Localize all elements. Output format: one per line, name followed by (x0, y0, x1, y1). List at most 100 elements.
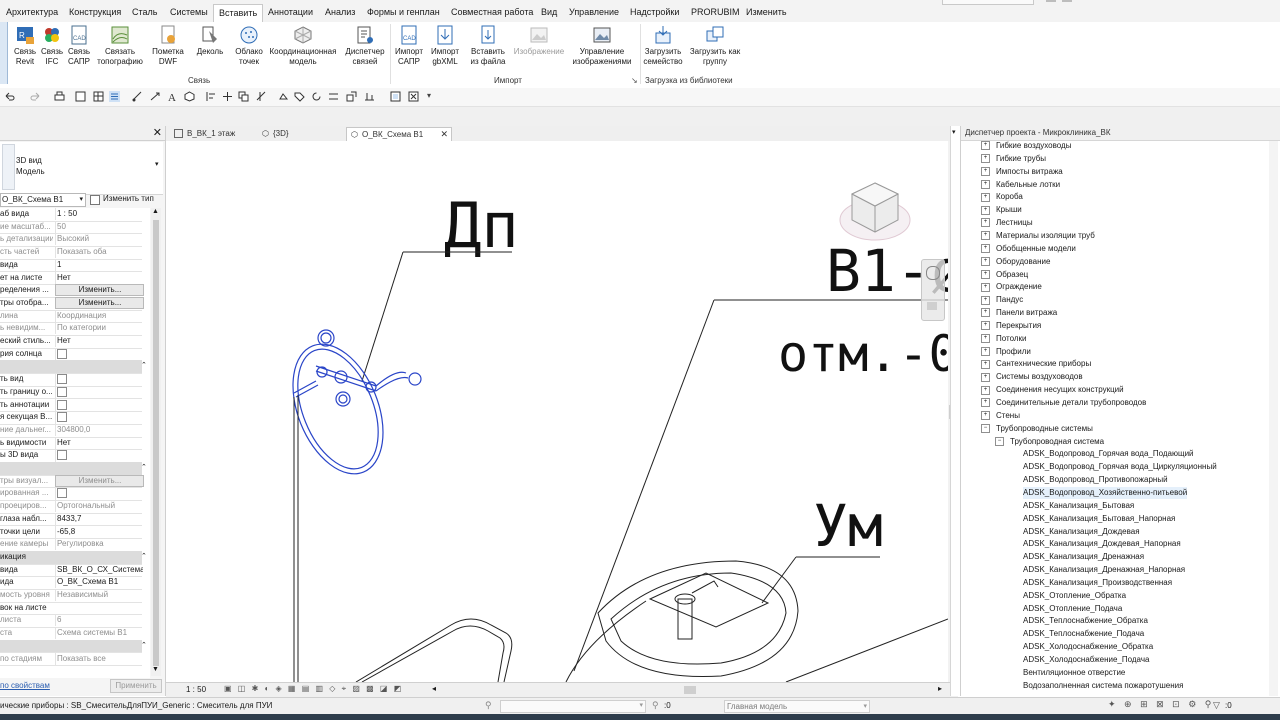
property-value[interactable]: SB_ВК_О_СХ_Система (55, 563, 143, 576)
tab-manage[interactable]: Управление (569, 4, 619, 20)
properties-scrollbar[interactable]: ▲ ▼ (151, 208, 161, 676)
workset-icon[interactable]: ⚲ (485, 700, 492, 711)
edit-type-button[interactable]: Изменить тип (88, 193, 162, 205)
browser-tree-item[interactable]: + Системы воздуховодов (981, 371, 1083, 383)
expand-icon[interactable]: + (981, 244, 990, 254)
properties-help-link[interactable]: по свойствам (0, 681, 50, 690)
tab-annotate[interactable]: Аннотации (268, 4, 313, 20)
load-as-group-button[interactable]: Загрузить как группу (686, 25, 744, 67)
move-icon[interactable] (222, 91, 233, 102)
browser-tree-item[interactable]: ADSK_Водопровод_Хозяйственно-питьевой (1023, 486, 1188, 499)
offset-icon[interactable] (328, 91, 339, 102)
property-edit-button[interactable]: Изменить... (55, 296, 144, 309)
browser-tree-item[interactable]: + Кабельные лотки (981, 179, 1060, 191)
browser-tree-item[interactable]: ADSK_Водопровод_Горячая вода_Подающий (1023, 448, 1194, 460)
type-selector[interactable]: 3D вид Модель ▾ (0, 142, 163, 195)
measure-icon[interactable] (132, 91, 143, 102)
property-checkbox[interactable] (57, 488, 67, 499)
property-value[interactable]: 304800,0 (55, 423, 143, 436)
modify-button-edge[interactable] (0, 22, 8, 84)
browser-tree-item[interactable]: + Короба (981, 191, 1023, 203)
browser-tree-item[interactable]: ADSK_Водопровод_Противопожарный (1023, 474, 1168, 486)
browser-tree-item[interactable]: ADSK_Канализация_Бытовая (1023, 500, 1134, 512)
property-checkbox[interactable] (57, 399, 67, 410)
import-cad-button[interactable]: CAD Импорт САПР (392, 25, 426, 67)
browser-tree-item[interactable]: + Потолки (981, 333, 1027, 345)
panel-splitter[interactable]: ▾ (950, 126, 960, 696)
property-value[interactable]: 1 (55, 258, 143, 271)
property-value[interactable]: 8433,7 (55, 512, 143, 525)
tab-insert[interactable]: Вставить (213, 4, 264, 23)
property-value[interactable]: 50 (55, 220, 143, 233)
property-checkbox[interactable] (57, 450, 67, 461)
apply-button[interactable]: Применить (110, 679, 162, 693)
drawing-canvas[interactable]: Дп В1-ø отм.-0 Ум (166, 141, 948, 682)
browser-tree-item[interactable]: Вентиляционное отверстие (1023, 667, 1125, 679)
expand-icon[interactable]: + (981, 231, 990, 241)
browser-tree-item[interactable]: ADSK_Канализация_Дождевая_Напорная (1023, 538, 1181, 550)
browser-tree-item[interactable]: + Крыши (981, 204, 1022, 216)
expand-icon[interactable]: + (981, 269, 990, 279)
print-icon[interactable] (54, 91, 65, 102)
label-dp[interactable]: Дп (444, 189, 519, 262)
workset-select[interactable]: ▾ (500, 700, 646, 713)
property-value[interactable]: Нет (55, 335, 143, 347)
collapse-icon[interactable]: ⌃ (141, 551, 147, 563)
tab-systems[interactable]: Системы (170, 4, 208, 20)
property-value[interactable]: Схема системы В1 (55, 627, 143, 640)
tab-view-3d[interactable]: ⬡ {3D} (258, 127, 346, 141)
property-value[interactable]: 6 (55, 614, 143, 627)
browser-tree-item[interactable]: + Соединения несущих конструкций (981, 384, 1124, 396)
selection-options-icons[interactable]: ✦ ⊕ ⊞ ⊠ ⊡ ⚙ ⚲ (1108, 699, 1214, 710)
link-ifc-button[interactable]: Связь IFC (39, 25, 65, 67)
view-scale[interactable]: 1 : 50 (186, 685, 206, 694)
tab-modify[interactable]: Изменить (746, 4, 787, 20)
property-value[interactable]: Показать все (55, 652, 143, 665)
tab-massing-site[interactable]: Формы и генплан (367, 4, 440, 20)
browser-tree-item[interactable]: ADSK_Теплоснабжение_Обратка (1023, 615, 1148, 627)
tag-icon[interactable] (294, 91, 305, 102)
browser-tree-item[interactable]: + Лестницы (981, 217, 1033, 229)
collapse-icon[interactable]: ⌃ (141, 462, 147, 474)
browser-tree-item[interactable]: + Пандус (981, 294, 1023, 306)
search-box-fragment[interactable] (942, 0, 1034, 5)
text-icon[interactable]: A (167, 91, 178, 102)
undo-icon[interactable] (4, 91, 15, 102)
property-edit-button[interactable]: Изменить... (55, 474, 144, 487)
chevron-down-icon[interactable]: ▾ (952, 128, 956, 136)
property-value[interactable]: 1 : 50 (55, 208, 143, 220)
property-section-header[interactable]: ⌃ (0, 639, 147, 654)
coordination-model-button[interactable]: Координационная модель (267, 25, 339, 67)
browser-tree-item[interactable]: + Профили (981, 346, 1031, 358)
property-value[interactable]: Нет (55, 436, 143, 449)
browser-tree-item[interactable]: + Перекрытия (981, 320, 1041, 332)
import-panel-launcher-icon[interactable]: ↘ (631, 76, 638, 85)
manage-images-button[interactable]: Управление изображениями (570, 25, 634, 67)
property-edit-button[interactable]: Изменить... (55, 284, 144, 297)
trim-icon[interactable] (256, 91, 267, 102)
tab-prorubim[interactable]: PRORUBIM (691, 4, 740, 20)
close-icon[interactable]: ✕ (153, 126, 162, 139)
expand-icon[interactable]: + (981, 321, 990, 331)
copy-icon[interactable] (238, 91, 249, 102)
browser-tree-item[interactable]: + Гибкие трубы (981, 153, 1046, 165)
link-topography-button[interactable]: Связать топографию (94, 25, 146, 67)
browser-tree-item[interactable]: − Трубопроводные системы (981, 423, 1093, 435)
3d-view-icon[interactable] (184, 91, 195, 102)
browser-tree-item[interactable]: Водозаполненная система пожаротушения (1023, 680, 1183, 692)
close-icon[interactable]: ✕ (440, 128, 448, 141)
property-section-header[interactable]: ⌃ (0, 462, 147, 476)
tab-view[interactable]: Вид (541, 4, 557, 20)
navigation-bar[interactable] (921, 259, 945, 321)
link-revit-button[interactable]: R Связь Revit (12, 25, 38, 67)
collapse-icon[interactable]: ⌃ (141, 640, 147, 652)
property-value[interactable]: Показать оба (55, 246, 143, 259)
browser-tree-item[interactable]: − Трубопроводная система (995, 436, 1104, 448)
browser-tree-item[interactable]: + Ограждение (981, 281, 1042, 293)
point-cloud-button[interactable]: Облако точек (231, 25, 267, 67)
browser-tree-item[interactable]: + Материалы изоляции труб (981, 230, 1095, 242)
horizontal-scroll-thumb[interactable] (684, 686, 696, 694)
tab-collaborate[interactable]: Совместная работа (451, 4, 533, 20)
browser-tree-item[interactable]: ADSK_Канализация_Производственная (1023, 577, 1172, 589)
browser-tree-item[interactable]: ADSK_Канализация_Дождевая (1023, 526, 1140, 538)
